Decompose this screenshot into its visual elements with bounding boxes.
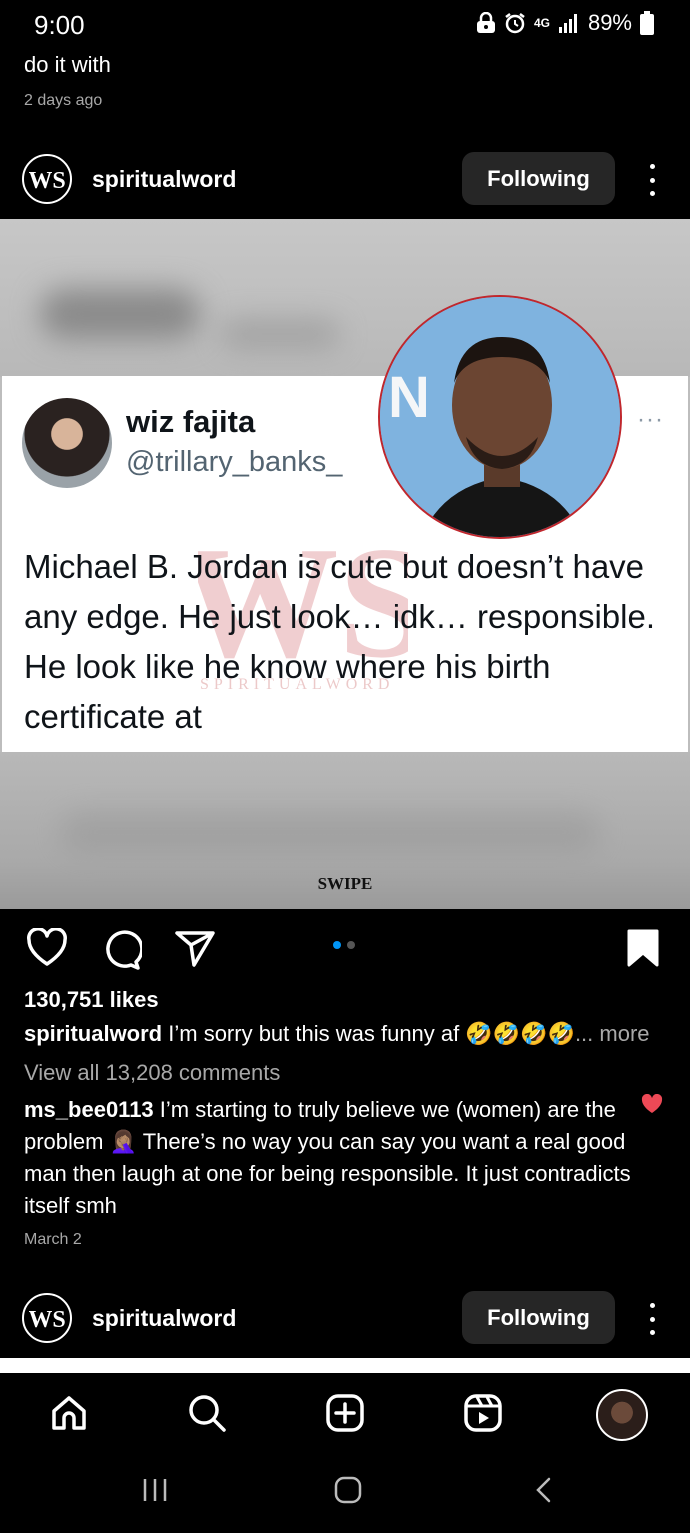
tweet-author-avatar bbox=[22, 398, 112, 488]
back-icon[interactable] bbox=[530, 1475, 560, 1510]
carousel-indicator bbox=[333, 941, 355, 949]
next-following-button[interactable]: Following bbox=[462, 1291, 615, 1344]
search-icon[interactable] bbox=[185, 1391, 229, 1435]
recent-apps-icon[interactable] bbox=[140, 1475, 170, 1510]
create-icon[interactable] bbox=[323, 1391, 367, 1435]
reels-icon[interactable] bbox=[461, 1391, 505, 1435]
system-navigation-bar bbox=[0, 1453, 690, 1533]
previous-post-date: 2 days ago bbox=[24, 92, 103, 109]
previous-post-caption: do it with bbox=[24, 52, 111, 77]
bottom-navigation bbox=[0, 1373, 690, 1453]
post-date: March 2 bbox=[24, 1231, 82, 1248]
comment-liked-heart-icon[interactable] bbox=[641, 1093, 663, 1119]
post-header: WS spiritualword Following bbox=[0, 144, 690, 214]
share-icon[interactable] bbox=[174, 928, 216, 973]
next-post-username[interactable]: spiritualword bbox=[92, 1305, 236, 1332]
view-all-comments-link[interactable]: View all 13,208 comments bbox=[24, 1060, 280, 1086]
tweet-more-icon: ··· bbox=[637, 406, 664, 433]
signal-icon bbox=[558, 13, 580, 33]
tweet-author-name: wiz fajita bbox=[126, 404, 256, 439]
battery-icon bbox=[640, 11, 654, 35]
alarm-icon bbox=[504, 12, 526, 34]
swipe-label: SWIPE bbox=[317, 874, 373, 893]
carousel-dot-active bbox=[333, 941, 341, 949]
svg-text:WS: WS bbox=[29, 168, 65, 194]
spiritualword-logo-icon: WS bbox=[29, 168, 65, 194]
next-post-header: WS spiritualword Following bbox=[0, 1283, 690, 1353]
status-bar: 9:00 4G 89% bbox=[0, 0, 690, 50]
network-label: 4G bbox=[533, 16, 550, 30]
caption-more-link[interactable]: ... more bbox=[575, 1021, 650, 1046]
comment-icon[interactable] bbox=[100, 928, 144, 975]
next-account-avatar[interactable]: WS bbox=[22, 1293, 72, 1343]
post-caption[interactable]: spiritualword I’m sorry but this was fun… bbox=[24, 1021, 674, 1047]
save-bookmark-icon[interactable] bbox=[626, 928, 660, 973]
svg-text:N: N bbox=[388, 365, 430, 430]
post-username[interactable]: spiritualword bbox=[92, 166, 236, 193]
more-options-icon[interactable] bbox=[638, 160, 666, 200]
home-icon[interactable] bbox=[47, 1391, 91, 1435]
profile-avatar[interactable] bbox=[596, 1389, 648, 1441]
next-post-image-edge bbox=[0, 1358, 690, 1373]
caption-text: I’m sorry but this was funny af 🤣🤣🤣🤣 bbox=[168, 1021, 575, 1046]
post-actions bbox=[0, 920, 690, 976]
status-icons: 4G 89% bbox=[476, 10, 654, 36]
celebrity-photo: N bbox=[378, 295, 622, 539]
post-image[interactable]: wiz fajita @trillary_banks_ ··· WS SPIRI… bbox=[0, 219, 690, 909]
comment-username[interactable]: ms_bee0113 bbox=[24, 1097, 154, 1122]
likes-count[interactable]: 130,751 likes bbox=[24, 987, 159, 1013]
lock-icon bbox=[476, 12, 496, 34]
carousel-dot bbox=[347, 941, 355, 949]
home-button-icon[interactable] bbox=[333, 1475, 363, 1510]
svg-text:WS: WS bbox=[29, 1307, 65, 1333]
battery-percent: 89% bbox=[587, 10, 632, 35]
tweet-text: Michael B. Jordan is cute but doesn’t ha… bbox=[24, 548, 655, 735]
top-comment: ms_bee0113 I’m starting to truly believe… bbox=[24, 1094, 634, 1222]
next-more-options-icon[interactable] bbox=[638, 1299, 666, 1339]
following-button[interactable]: Following bbox=[462, 152, 615, 205]
spiritualword-logo-icon: WS bbox=[29, 1307, 65, 1333]
tweet-author-handle: @trillary_banks_ bbox=[126, 446, 343, 478]
like-heart-icon[interactable] bbox=[26, 927, 68, 973]
account-avatar[interactable]: WS bbox=[22, 154, 72, 204]
caption-username[interactable]: spiritualword bbox=[24, 1021, 162, 1046]
status-time: 9:00 bbox=[34, 10, 85, 40]
